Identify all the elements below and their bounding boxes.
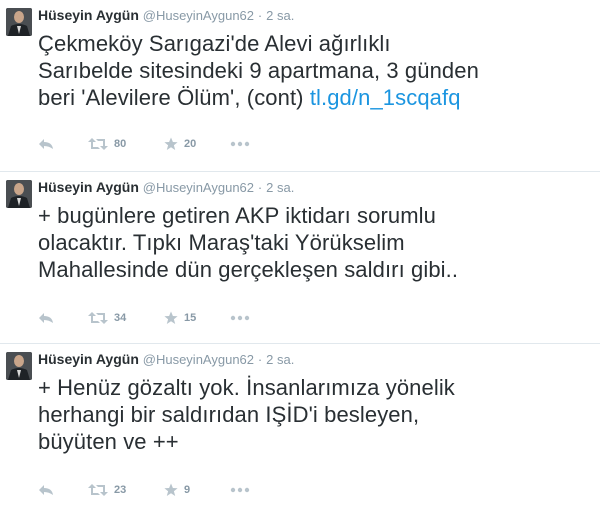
tweet-link[interactable]: tl.gd/n_1scqafq <box>310 85 461 110</box>
star-icon <box>164 483 178 497</box>
tweet-text-segment: beri 'Alevilere Ölüm', (cont) <box>38 85 310 110</box>
avatar[interactable] <box>6 352 32 380</box>
more-button[interactable] <box>230 487 260 493</box>
avatar[interactable] <box>6 180 32 208</box>
user-handle[interactable]: @HuseyinAygun62 <box>143 352 254 367</box>
favorite-count: 15 <box>184 312 197 324</box>
retweet-button[interactable]: 80 <box>88 137 164 151</box>
star-icon <box>164 137 178 151</box>
more-button[interactable] <box>230 141 260 147</box>
tweet-text-line: Sarıbelde sitesindeki 9 apartmana, 3 gün… <box>38 58 479 83</box>
favorite-button[interactable]: 15 <box>164 311 230 325</box>
separator-dot: · <box>257 180 263 195</box>
retweet-icon <box>88 311 108 325</box>
favorite-count: 9 <box>184 484 191 496</box>
tweet-header: Hüseyin Aygün @HuseyinAygun62 · 2 sa. <box>38 178 294 197</box>
tweet-time[interactable]: 2 sa. <box>266 8 294 23</box>
tweet-header: Hüseyin Aygün @HuseyinAygun62 · 2 sa. <box>38 6 294 25</box>
tweet[interactable]: Hüseyin Aygün @HuseyinAygun62 · 2 sa. + … <box>0 344 600 513</box>
reply-icon <box>38 311 54 325</box>
favorite-button[interactable]: 20 <box>164 137 230 151</box>
user-handle[interactable]: @HuseyinAygun62 <box>143 8 254 23</box>
user-handle[interactable]: @HuseyinAygun62 <box>143 180 254 195</box>
tweet-text: Çekmeköy Sarıgazi'de Alevi ağırlıklı Sar… <box>38 30 590 111</box>
favorite-count: 20 <box>184 138 197 150</box>
star-icon <box>164 311 178 325</box>
tweet-actions: 23 9 <box>38 480 260 500</box>
retweet-icon <box>88 137 108 151</box>
reply-button[interactable] <box>38 483 88 497</box>
reply-icon <box>38 137 54 151</box>
reply-button[interactable] <box>38 137 88 151</box>
separator-dot: · <box>257 8 263 23</box>
retweet-button[interactable]: 34 <box>88 311 164 325</box>
tweet[interactable]: Hüseyin Aygün @HuseyinAygun62 · 2 sa. + … <box>0 172 600 344</box>
tweet-text-line: Mahallesinde dün gerçekleşen saldırı gib… <box>38 257 459 282</box>
tweet[interactable]: Hüseyin Aygün @HuseyinAygun62 · 2 sa. Çe… <box>0 0 600 172</box>
reply-icon <box>38 483 54 497</box>
more-icon <box>230 141 250 147</box>
tweet-actions: 34 15 <box>38 308 260 328</box>
tweet-text-line: büyüten ve ++ <box>38 429 179 454</box>
retweet-icon <box>88 483 108 497</box>
tweet-text-line: Çekmeköy Sarıgazi'de Alevi ağırlıklı <box>38 31 391 56</box>
tweet-text-line: beri 'Alevilere Ölüm', (cont) tl.gd/n_1s… <box>38 84 590 111</box>
retweet-count: 23 <box>114 484 127 496</box>
retweet-button[interactable]: 23 <box>88 483 164 497</box>
tweet-text-line: + bugünlere getiren AKP iktidarı sorumlu <box>38 203 436 228</box>
tweet-text-line: + Henüz gözaltı yok. İnsanlarımıza yönel… <box>38 375 455 400</box>
tweet-text-line: herhangi bir saldırıdan IŞİD'i besleyen, <box>38 402 420 427</box>
timeline: Hüseyin Aygün @HuseyinAygun62 · 2 sa. Çe… <box>0 0 600 513</box>
user-fullname[interactable]: Hüseyin Aygün <box>38 7 139 23</box>
avatar[interactable] <box>6 8 32 36</box>
tweet-text: + Henüz gözaltı yok. İnsanlarımıza yönel… <box>38 374 590 455</box>
tweet-time[interactable]: 2 sa. <box>266 352 294 367</box>
tweet-time[interactable]: 2 sa. <box>266 180 294 195</box>
tweet-header: Hüseyin Aygün @HuseyinAygun62 · 2 sa. <box>38 350 294 369</box>
reply-button[interactable] <box>38 311 88 325</box>
favorite-button[interactable]: 9 <box>164 483 230 497</box>
retweet-count: 34 <box>114 312 127 324</box>
retweet-count: 80 <box>114 138 127 150</box>
more-icon <box>230 487 250 493</box>
tweet-text: + bugünlere getiren AKP iktidarı sorumlu… <box>38 202 590 283</box>
more-button[interactable] <box>230 315 260 321</box>
tweet-actions: 80 20 <box>38 134 260 154</box>
separator-dot: · <box>257 352 263 367</box>
more-icon <box>230 315 250 321</box>
user-fullname[interactable]: Hüseyin Aygün <box>38 179 139 195</box>
tweet-text-line: olacaktır. Tıpkı Maraş'taki Yörükselim <box>38 230 405 255</box>
user-fullname[interactable]: Hüseyin Aygün <box>38 351 139 367</box>
